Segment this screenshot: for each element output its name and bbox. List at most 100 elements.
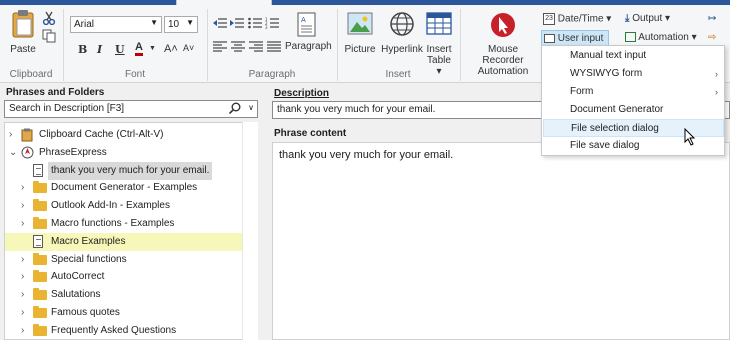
- tree-item[interactable]: › Document Generator - Examples: [5, 179, 243, 197]
- align-center-icon[interactable]: [231, 41, 245, 56]
- more-icon[interactable]: ↦: [708, 13, 716, 24]
- svg-text:A: A: [301, 16, 306, 24]
- tree-item-label: AutoCorrect: [51, 271, 105, 283]
- decrease-indent-icon[interactable]: [213, 17, 227, 32]
- tree-item[interactable]: › Special functions: [5, 251, 243, 269]
- mouse-recorder-label-2: Automation: [477, 66, 529, 77]
- paste-button[interactable]: Paste: [6, 9, 40, 55]
- output-button[interactable]: ⤓ Output ▾: [625, 13, 670, 24]
- menu-item-label: WYSIWYG form: [570, 68, 643, 79]
- align-right-icon[interactable]: [249, 41, 263, 56]
- menu-item[interactable]: Document Generator: [543, 101, 724, 119]
- tree-item-label: Salutations: [51, 289, 101, 301]
- chevron-down-icon: ▼: [150, 18, 158, 27]
- increase-indent-icon[interactable]: [230, 17, 244, 32]
- picture-label: Picture: [344, 44, 376, 55]
- copy-icon[interactable]: [42, 29, 56, 46]
- justify-icon[interactable]: [267, 41, 281, 56]
- table-icon: [426, 12, 452, 35]
- folder-icon: [33, 252, 47, 265]
- underline-button[interactable]: U: [115, 43, 125, 56]
- numbered-list-icon[interactable]: 123: [265, 17, 279, 32]
- chevron-right-icon[interactable]: ›: [21, 179, 24, 197]
- font-size-value: 10: [168, 19, 180, 30]
- hyperlink-button[interactable]: Hyperlink: [379, 11, 425, 55]
- tree-item-label: Frequently Asked Questions: [51, 324, 177, 336]
- bold-button[interactable]: B: [78, 43, 87, 56]
- folder-icon: [33, 323, 47, 336]
- chevron-right-icon[interactable]: ›: [21, 304, 24, 322]
- tree-item[interactable]: thank you very much for your email.: [5, 161, 243, 180]
- chevron-right-icon[interactable]: ›: [21, 286, 24, 304]
- grow-font-button[interactable]: A˄: [164, 43, 178, 55]
- tree-scrollbar[interactable]: [242, 122, 258, 340]
- menu-item-label: Document Generator: [570, 104, 664, 115]
- font-name-value: Arial: [74, 19, 95, 30]
- menu-item-label: File selection dialog: [571, 123, 659, 134]
- folder-icon: [33, 306, 47, 318]
- menu-item[interactable]: Manual text input: [543, 47, 724, 65]
- chevron-right-icon[interactable]: ›: [21, 268, 24, 286]
- chevron-down-icon[interactable]: ⌄: [9, 144, 17, 162]
- chevron-right-icon[interactable]: ›: [21, 251, 24, 269]
- tree-item[interactable]: › Salutations: [5, 286, 243, 304]
- menu-item[interactable]: Form ›: [543, 83, 724, 101]
- automation-icon: [625, 32, 636, 43]
- chevron-right-icon[interactable]: ›: [21, 197, 24, 215]
- tree-item[interactable]: › Clipboard Cache (Ctrl-Alt-V): [5, 126, 243, 144]
- align-left-icon[interactable]: [213, 41, 227, 56]
- clipboard-group-label: Clipboard: [9, 69, 53, 80]
- shrink-font-button[interactable]: A˅: [183, 43, 194, 53]
- phrase-content-editor[interactable]: thank you very much for your email.: [272, 142, 730, 340]
- cut-icon[interactable]: [42, 11, 56, 28]
- description-value: thank you very much for your email.: [277, 104, 436, 115]
- tree-item[interactable]: › Frequently Asked Questions: [5, 322, 243, 340]
- date-time-button[interactable]: 23 Date/Time ▾: [543, 13, 618, 28]
- mouse-recorder-button[interactable]: Mouse Recorder Automation: [467, 11, 539, 77]
- tree-item-label: Macro Examples: [51, 235, 126, 247]
- paragraph-button[interactable]: Paragraph: [285, 41, 332, 52]
- bullet-list-icon[interactable]: [248, 17, 262, 32]
- tree-item[interactable]: ⌄ PhraseExpress: [5, 144, 243, 162]
- italic-button[interactable]: I: [97, 43, 102, 56]
- tree-item-label: Document Generator - Examples: [51, 182, 198, 194]
- chevron-right-icon[interactable]: ›: [21, 215, 24, 233]
- automation-button[interactable]: Automation ▾: [625, 32, 697, 43]
- mouse-recorder-label-1: Mouse Recorder: [482, 44, 524, 66]
- chevron-down-icon[interactable]: ∨: [248, 103, 254, 112]
- font-color-dropdown-icon[interactable]: ▼: [149, 45, 156, 52]
- font-name-select[interactable]: Arial ▼: [70, 16, 162, 33]
- tree-item-label: thank you very much for your email.: [48, 161, 213, 180]
- tree-item[interactable]: › Macro functions - Examples: [5, 215, 243, 233]
- menu-item[interactable]: WYSIWYG form ›: [543, 65, 724, 83]
- menu-item-label: File save dialog: [570, 140, 640, 151]
- tree-item[interactable]: › AutoCorrect: [5, 268, 243, 286]
- paste-label: Paste: [10, 44, 36, 55]
- chevron-right-icon[interactable]: ›: [21, 322, 24, 340]
- font-group-label: Font: [124, 69, 145, 80]
- more-icon-2[interactable]: ⇨: [708, 32, 716, 43]
- tree-item[interactable]: › Famous quotes: [5, 304, 243, 322]
- search-input[interactable]: Search in Description [F3] ∨: [4, 100, 258, 118]
- globe-icon: [390, 12, 414, 36]
- mouse-cursor-icon: [684, 127, 696, 149]
- font-color-button[interactable]: A: [135, 41, 143, 56]
- tree-item[interactable]: Macro Examples: [5, 232, 243, 251]
- calendar-icon: 23: [543, 13, 555, 25]
- search-icon[interactable]: [228, 102, 241, 117]
- insert-group-label: Insert: [385, 69, 411, 80]
- menu-item[interactable]: File save dialog: [543, 137, 724, 155]
- svg-text:3: 3: [265, 25, 268, 29]
- picture-button[interactable]: Picture: [341, 11, 379, 55]
- user-input-icon: [544, 33, 555, 43]
- submenu-arrow-icon: ›: [715, 87, 718, 97]
- menu-item[interactable]: File selection dialog: [543, 119, 724, 137]
- insert-table-button[interactable]: Insert Table ▾: [424, 11, 454, 77]
- tree-item[interactable]: › Outlook Add-In - Examples: [5, 197, 243, 215]
- paragraph-icon[interactable]: A: [296, 12, 318, 41]
- tree-item-label: Outlook Add-In - Examples: [51, 200, 170, 212]
- font-size-select[interactable]: 10 ▼: [164, 16, 198, 33]
- document-icon: [33, 163, 43, 177]
- chevron-right-icon[interactable]: ›: [9, 126, 12, 144]
- description-label: Description: [274, 88, 330, 99]
